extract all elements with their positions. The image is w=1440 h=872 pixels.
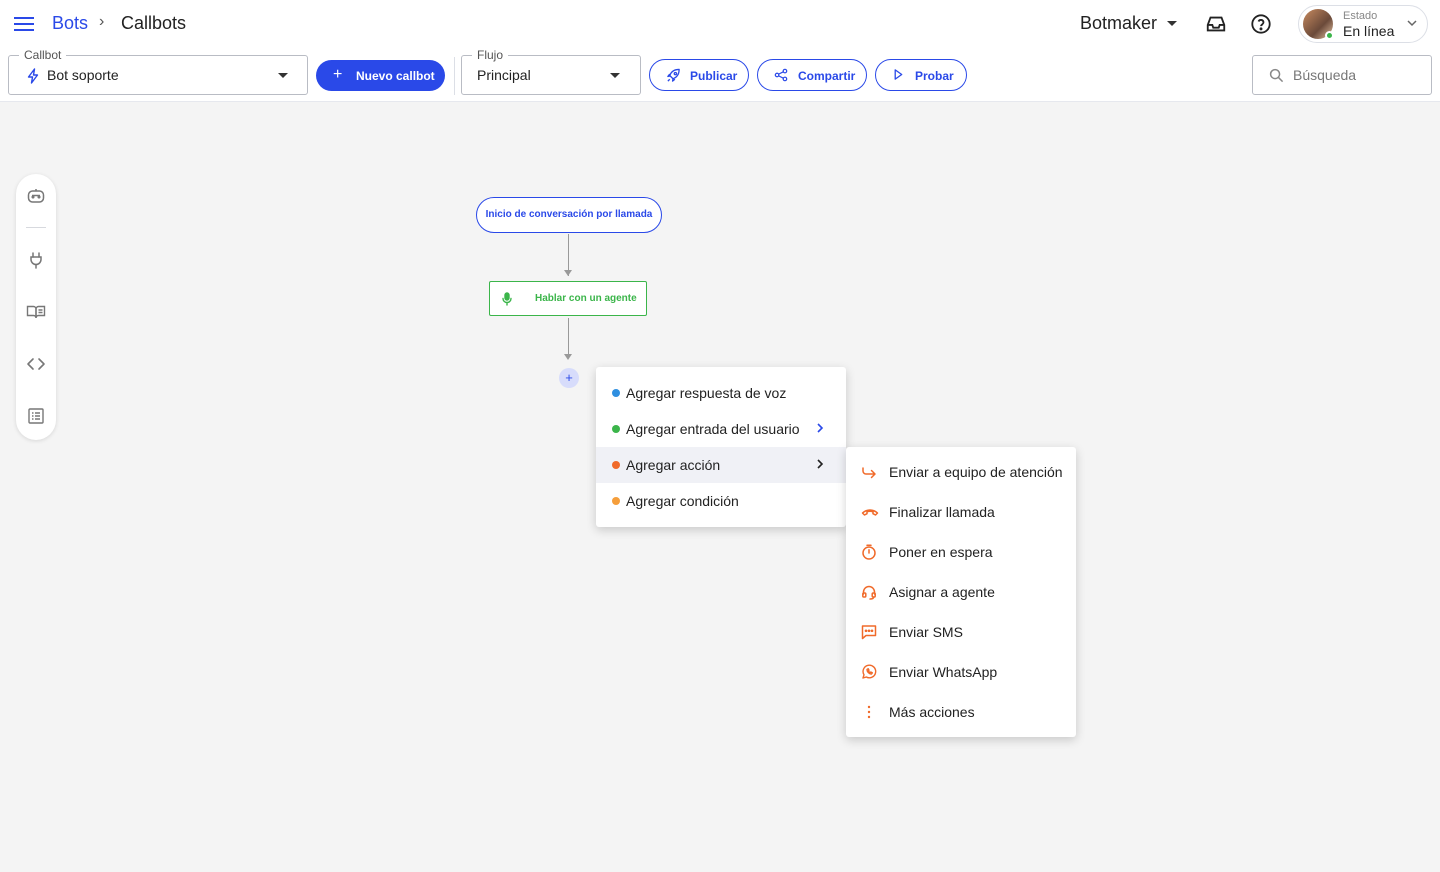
flow-select[interactable]: Flujo Principal	[461, 48, 641, 95]
actions-submenu: Enviar a equipo de atención Finalizar ll…	[846, 447, 1076, 737]
play-icon	[894, 69, 903, 80]
top-bar: Bots › Callbots Botmaker Estado En línea…	[0, 0, 1440, 102]
search-icon	[1269, 68, 1284, 83]
callbot-select-label: Callbot	[19, 48, 67, 62]
bolt-icon	[27, 68, 39, 84]
callbot-select-value: Bot soporte	[47, 67, 119, 83]
menu-item-add-voice-response[interactable]: Agregar respuesta de voz	[596, 375, 846, 411]
search-input[interactable]	[1293, 65, 1423, 85]
list-icon[interactable]	[26, 406, 46, 426]
menu-item-add-user-input[interactable]: Agregar entrada del usuario	[596, 411, 846, 447]
light-orange-dot-icon	[612, 497, 620, 505]
menu-item-add-condition[interactable]: Agregar condición	[596, 483, 846, 519]
talk-to-agent-node[interactable]: Hablar con un agente	[489, 281, 647, 316]
whatsapp-icon	[862, 664, 877, 679]
submenu-item-label: Asignar a agente	[889, 584, 995, 600]
submenu-item-label: Finalizar llamada	[889, 504, 995, 520]
submenu-item-send-whatsapp[interactable]: Enviar WhatsApp	[846, 652, 1076, 692]
new-callbot-label: Nuevo callbot	[356, 69, 435, 83]
new-callbot-button[interactable]: + Nuevo callbot	[316, 60, 445, 91]
more-vertical-icon	[867, 705, 871, 719]
help-icon[interactable]	[1250, 13, 1272, 35]
flow-select-label: Flujo	[472, 48, 509, 62]
submenu-item-put-on-hold[interactable]: Poner en espera	[846, 532, 1076, 572]
submenu-item-label: Más acciones	[889, 704, 975, 720]
menu-item-label: Agregar acción	[626, 457, 721, 473]
status-label: Estado	[1343, 10, 1378, 22]
org-selector[interactable]: Botmaker	[1080, 13, 1157, 34]
headset-icon	[862, 585, 876, 600]
side-toolbar	[16, 174, 56, 440]
submenu-item-end-call[interactable]: Finalizar llamada	[846, 492, 1076, 532]
book-icon[interactable]	[26, 302, 46, 322]
arrow-down-icon	[564, 270, 572, 276]
breadcrumb-bots-link[interactable]: Bots	[52, 13, 88, 34]
submenu-item-label: Enviar WhatsApp	[889, 664, 998, 680]
menu-item-label: Agregar entrada del usuario	[626, 421, 800, 437]
inbox-icon[interactable]	[1205, 13, 1227, 35]
publish-button[interactable]: Publicar	[649, 59, 749, 91]
menu-item-add-action[interactable]: Agregar acción	[596, 447, 846, 483]
sms-icon	[861, 625, 877, 640]
share-icon	[774, 68, 788, 82]
plus-icon: +	[333, 66, 343, 83]
flow-connector	[568, 318, 569, 358]
rocket-icon	[667, 68, 680, 82]
blue-dot-icon	[612, 389, 620, 397]
conversation-start-node[interactable]: Inicio de conversación por llamada	[476, 197, 662, 233]
arrow-down-icon	[564, 354, 572, 360]
hangup-icon	[861, 509, 879, 516]
submenu-item-label: Poner en espera	[889, 544, 993, 560]
bot-icon[interactable]	[26, 186, 46, 206]
add-step-menu: Agregar respuesta de voz Agregar entrada…	[596, 367, 846, 527]
plug-icon[interactable]	[26, 250, 46, 270]
page-title: Callbots	[121, 13, 187, 33]
publish-label: Publicar	[690, 69, 738, 83]
breadcrumb-separator: ›	[99, 13, 105, 30]
submenu-item-more-actions[interactable]: Más acciones	[846, 692, 1076, 732]
toolbar-divider	[454, 57, 455, 95]
timer-icon	[862, 544, 876, 560]
online-status-dot	[1325, 31, 1334, 40]
chevron-right-icon	[817, 423, 824, 433]
code-icon[interactable]	[26, 354, 46, 374]
search-box[interactable]	[1252, 55, 1432, 95]
chevron-right-icon	[817, 459, 824, 469]
green-dot-icon	[612, 425, 620, 433]
test-button[interactable]: Probar	[875, 59, 967, 91]
callbot-select[interactable]: Callbot Bot soporte	[8, 48, 308, 95]
caret-down-icon	[610, 73, 620, 78]
side-toolbar-divider	[26, 227, 46, 228]
share-button[interactable]: Compartir	[757, 59, 867, 91]
add-step-button[interactable]: +	[559, 368, 579, 388]
orange-dot-icon	[612, 461, 620, 469]
chevron-down-icon	[1407, 20, 1417, 27]
submenu-item-label: Enviar SMS	[889, 624, 963, 640]
menu-item-label: Agregar respuesta de voz	[626, 385, 787, 401]
submenu-item-label: Enviar a equipo de atención	[889, 464, 1063, 480]
status-selector[interactable]: Estado En línea	[1298, 5, 1428, 43]
caret-down-icon	[278, 73, 288, 78]
submenu-item-assign-agent[interactable]: Asignar a agente	[846, 572, 1076, 612]
share-label: Compartir	[798, 69, 856, 83]
flow-select-value: Principal	[477, 67, 531, 83]
caret-down-icon[interactable]	[1167, 21, 1177, 26]
microphone-icon	[502, 292, 512, 306]
menu-icon[interactable]	[14, 14, 34, 34]
test-label: Probar	[915, 69, 954, 83]
forward-icon	[862, 467, 876, 479]
submenu-item-send-to-team[interactable]: Enviar a equipo de atención	[846, 452, 1076, 492]
menu-item-label: Agregar condición	[626, 493, 739, 509]
submenu-item-send-sms[interactable]: Enviar SMS	[846, 612, 1076, 652]
status-value: En línea	[1343, 23, 1395, 39]
talk-to-agent-label: Hablar con un agente	[535, 293, 637, 304]
